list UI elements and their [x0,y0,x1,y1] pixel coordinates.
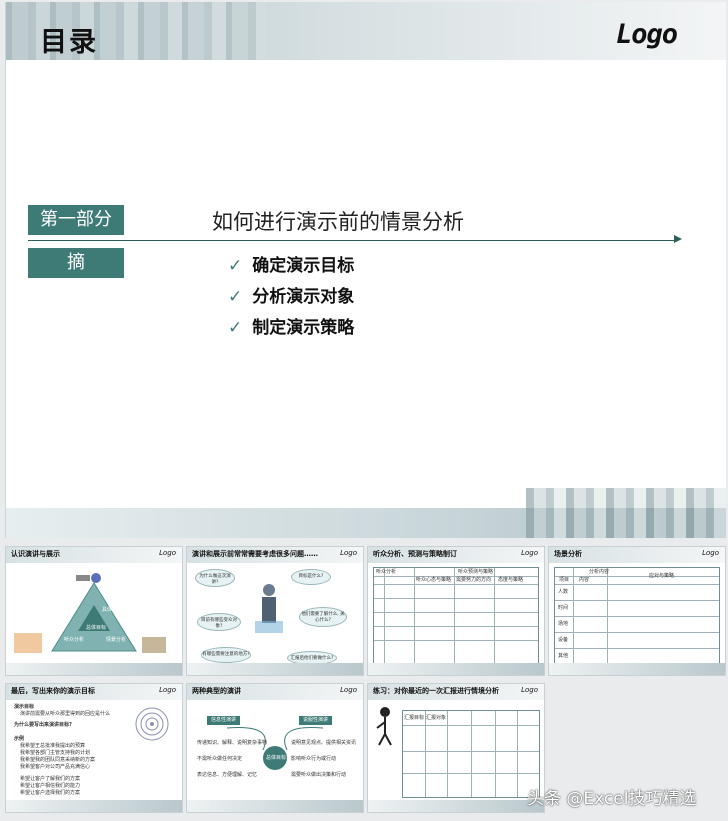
thumbnail-slide-5[interactable]: 最后，写出来你的演示目标 Logo 演示目标 演讲前需要从听众那里得到的回应是什… [5,683,183,813]
check-icon: ✓ [228,318,243,338]
watermark: 头条 @Excel技巧精选 [527,789,697,809]
thumbnail-slide-1[interactable]: 认识演讲与展示 Logo 具体目标 总体目标 听众分析 情景分析 [5,546,183,676]
thumbnail-logo: Logo [340,549,357,557]
thumbnail-logo: Logo [159,686,176,694]
pyramid-diagram [14,573,166,653]
main-slide[interactable]: 目录 Logo 第一部分 如何进行演示前的情景分析 摘 要 ✓ 确定演示目标 ✓ 分… [5,2,726,538]
thumbnail-title: 练习：对你最近的一次汇报进行情境分析 [373,687,499,695]
part-tag: 第一部分 [28,205,124,235]
practice-table [402,710,540,798]
thumbnail-slide-2[interactable]: 演讲和展示前常常需要考虑很多问题…… Logo 为什么做这次演讲? 目标是什么?… [186,546,364,676]
checklist-item: ✓ 分析演示对象 [228,287,355,307]
check-icon: ✓ [228,287,243,307]
slide-title: 目录 [40,27,98,58]
thumbnail-slide-3[interactable]: 听众分析、预测与策略制订 Logo 听众分析 听众预测与策略 听众心态与策略 需… [367,546,545,676]
thumbnail-title: 演讲和展示前常常需要考虑很多问题…… [192,550,318,558]
thumbnail-slide-4[interactable]: 场景分析 Logo 分析内容 项目 内容 应对与策略 人数 时间 场地 设备 其… [548,546,726,676]
thumbnail-slide-7[interactable]: 练习：对你最近的一次汇报进行情境分析 Logo 汇报目标 汇报对象 [367,683,545,813]
arrow-head-icon [674,235,682,243]
thumbnail-logo: Logo [702,549,719,557]
section-title: 如何进行演示前的情景分析 [212,210,464,234]
thumbnail-slide-6[interactable]: 两种典型的演讲 Logo 信息性演讲 说服性演讲 总体目标 传递知识、解释、说明… [186,683,364,813]
logo: Logo [616,19,678,50]
check-icon: ✓ [228,256,243,276]
thumbnail-logo: Logo [521,686,538,694]
thumbnail-title: 最后，写出来你的演示目标 [11,687,95,695]
thumbnail-title: 听众分析、预测与策略制订 [373,550,457,558]
divider-line [28,240,678,241]
thumbnail-title: 场景分析 [554,550,582,558]
person-figure-icon [255,584,283,633]
thumbnail-logo: Logo [521,549,538,557]
footer-photo [526,488,726,538]
checklist-item: ✓ 确定演示目标 [228,256,355,276]
stick-figure-icon [376,707,392,746]
target-icon [135,707,169,741]
two-speech-diagram [226,726,324,770]
summary-tag: 摘 要 [28,248,124,303]
checklist-item: ✓ 制定演示策略 [228,318,355,338]
slide-footer-banner [6,488,726,538]
